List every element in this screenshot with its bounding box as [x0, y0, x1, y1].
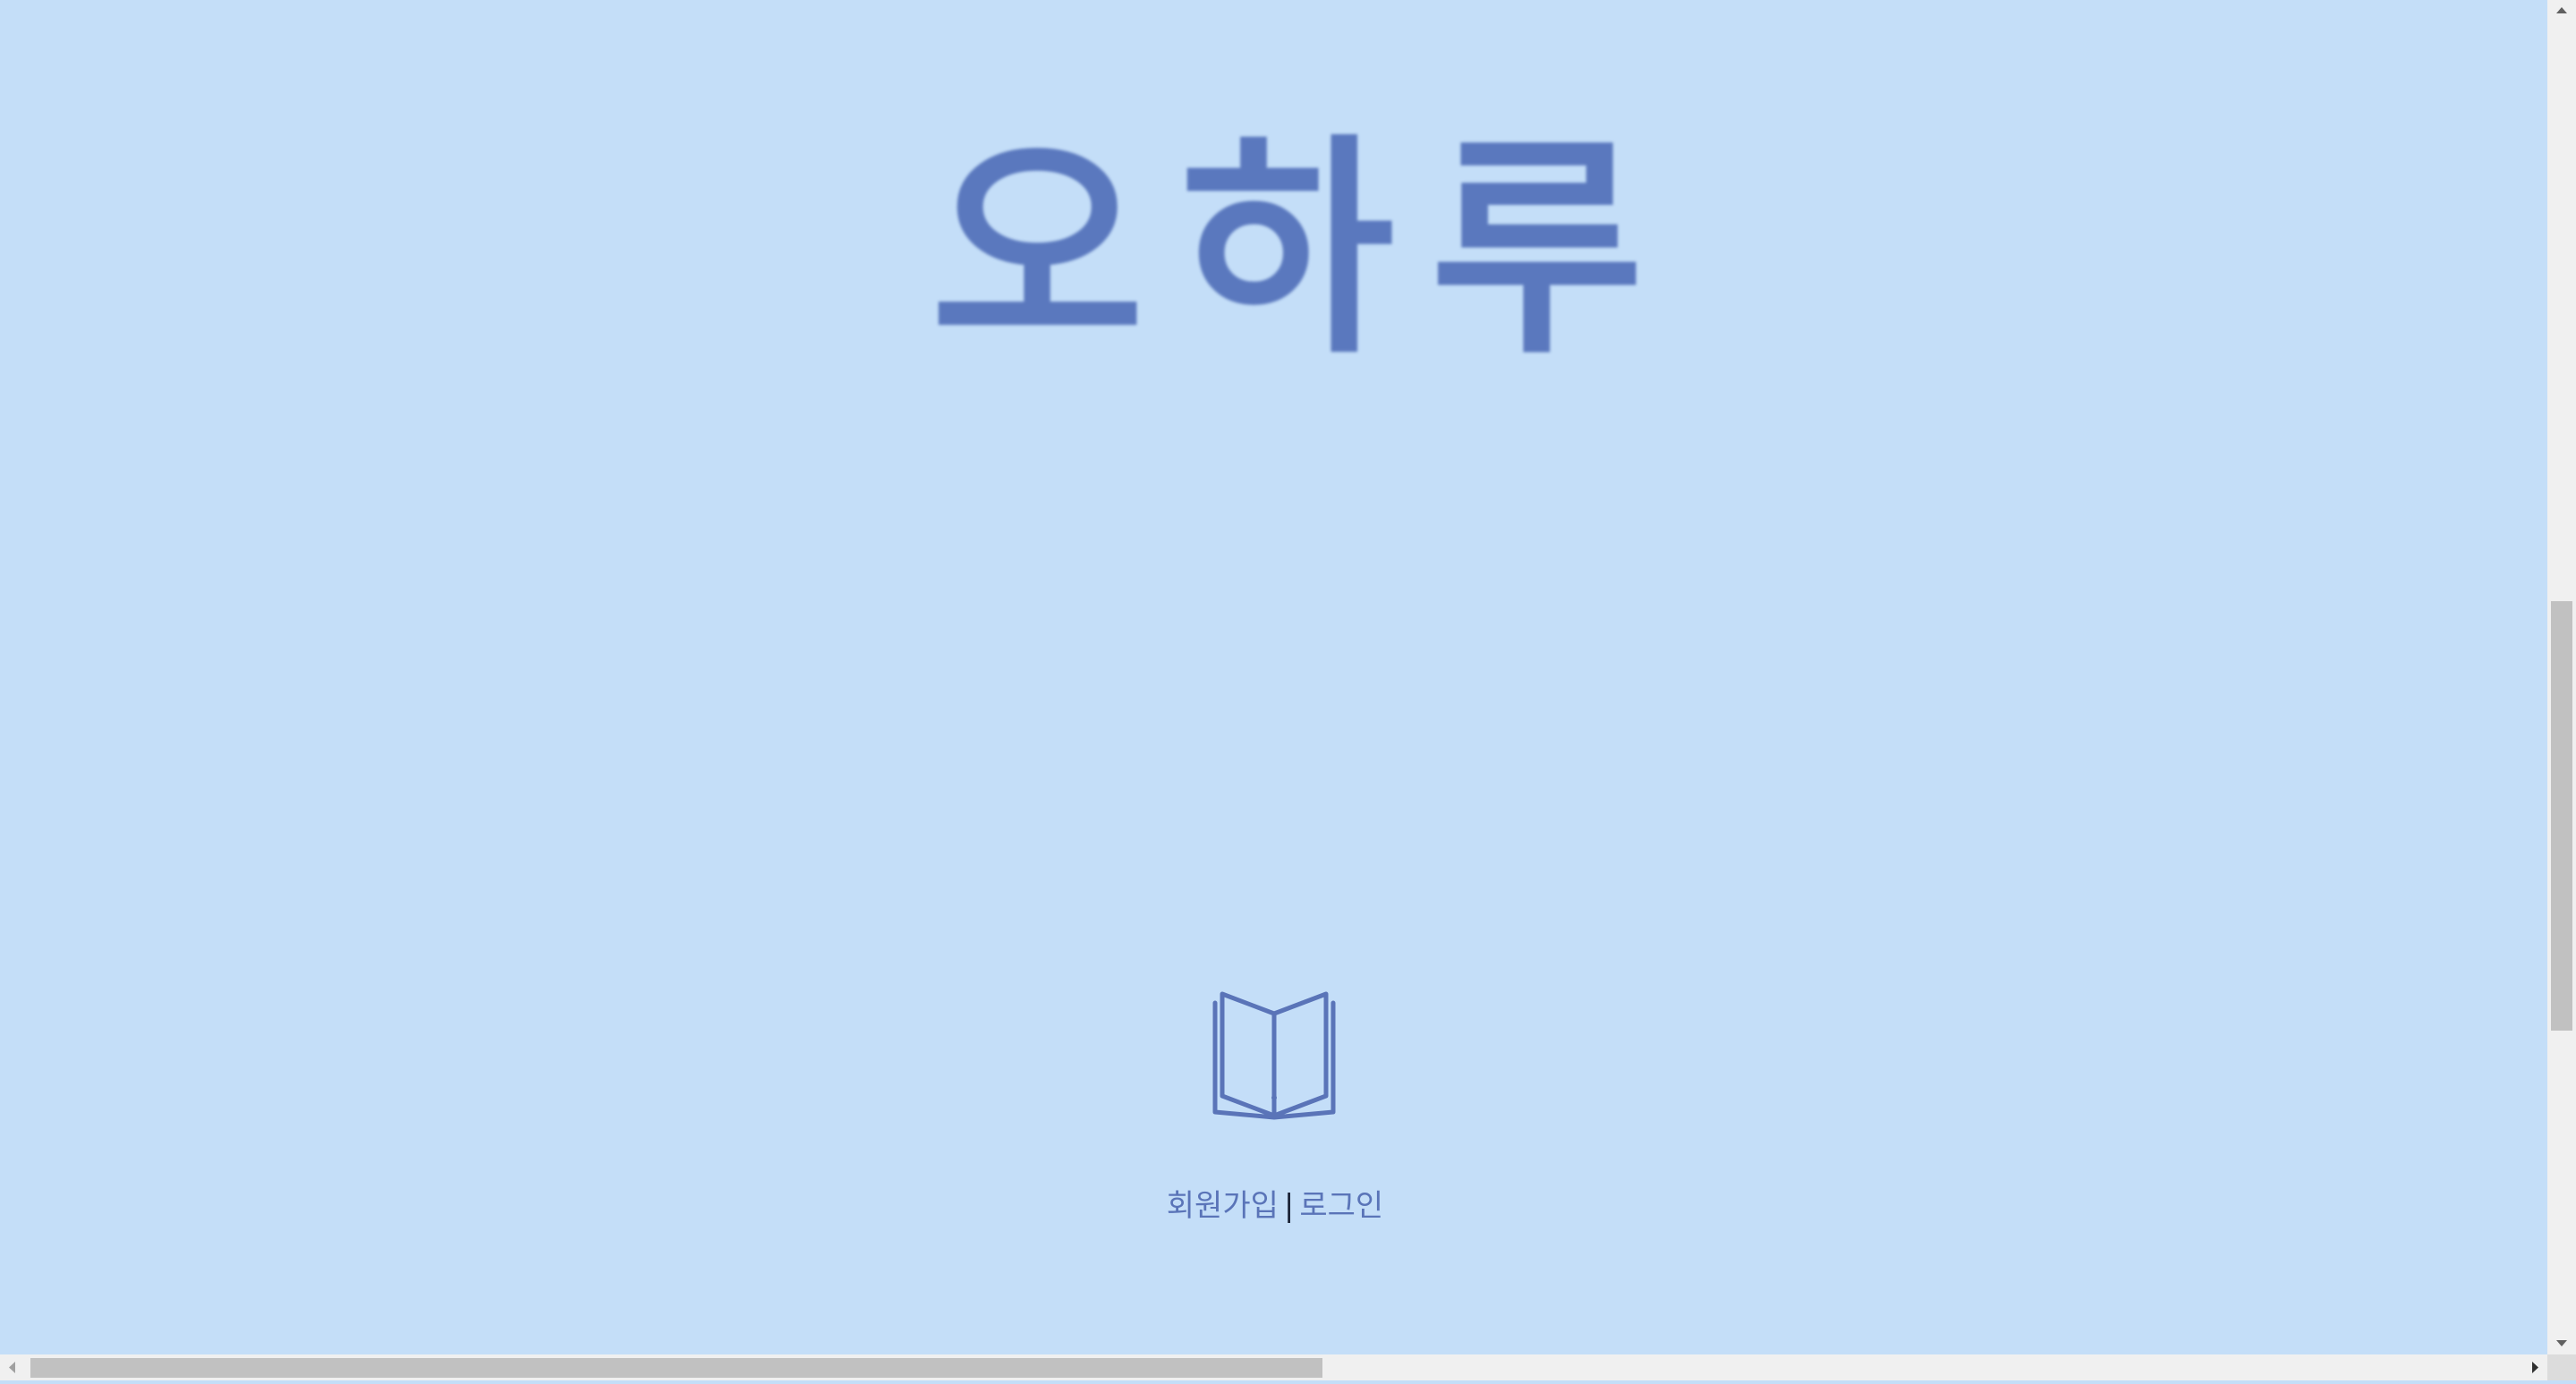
auth-links: 회원가입 | 로그인: [1074, 1181, 1476, 1231]
horizontal-scrollbar-thumb[interactable]: [30, 1358, 1322, 1378]
signup-link[interactable]: 회원가입: [1167, 1188, 1279, 1224]
auth-separator: |: [1283, 1188, 1295, 1224]
scroll-up-arrow-icon[interactable]: [2547, 0, 2576, 23]
app-logo: 오하루: [931, 115, 1680, 386]
scroll-down-arrow-icon[interactable]: [2547, 1331, 2576, 1354]
page-viewport: 오하루 회원가입 | 로그인: [0, 0, 2547, 1354]
vertical-scrollbar-thumb[interactable]: [2551, 601, 2572, 1031]
scrollbar-corner: [2547, 1354, 2576, 1380]
scroll-left-arrow-icon[interactable]: [0, 1354, 29, 1380]
login-link[interactable]: 로그인: [1299, 1188, 1383, 1224]
scroll-right-arrow-icon[interactable]: [2519, 1354, 2547, 1380]
horizontal-scrollbar[interactable]: [0, 1354, 2547, 1380]
vertical-scrollbar[interactable]: [2547, 0, 2576, 1354]
open-book-icon: [1204, 987, 1344, 1121]
